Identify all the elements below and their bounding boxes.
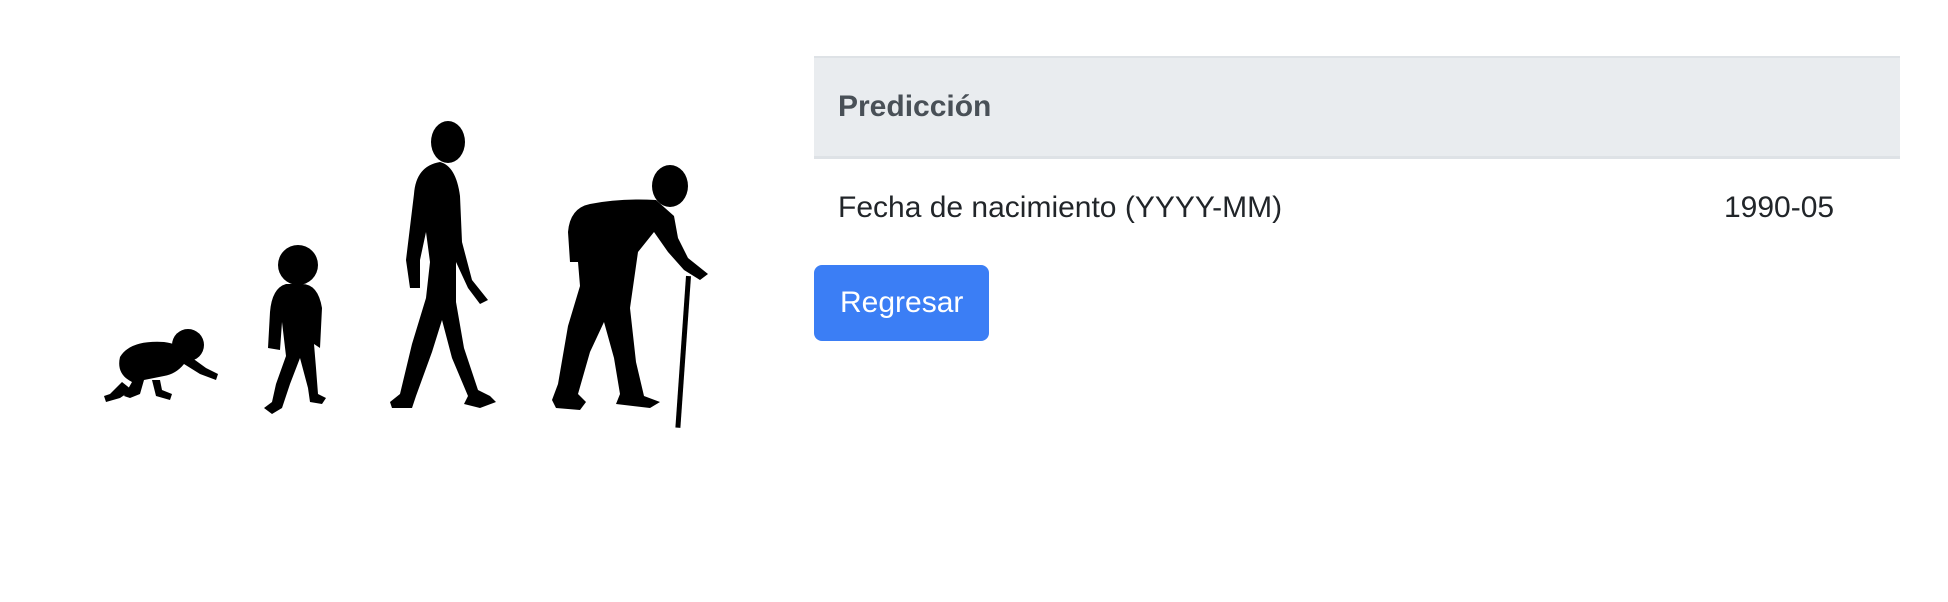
birthdate-label: Fecha de nacimiento (YYYY-MM) <box>838 190 1283 224</box>
back-button[interactable]: Regresar <box>814 265 990 341</box>
toddler-silhouette <box>264 245 326 414</box>
baby-silhouette <box>104 329 218 402</box>
life-stages-illustration <box>104 121 708 428</box>
prediction-table: Predicción Fecha de nacimiento (YYYY-MM)… <box>814 56 1900 257</box>
birthdate-value: 1990-05 <box>1724 190 1835 224</box>
table-header-row: Predicción <box>814 56 1900 159</box>
prediction-panel: Predicción Fecha de nacimiento (YYYY-MM)… <box>814 56 1900 341</box>
elderly-silhouette <box>552 165 708 428</box>
table-header-prediction: Predicción <box>814 56 1900 159</box>
adult-silhouette <box>390 121 496 408</box>
table-row: Fecha de nacimiento (YYYY-MM) 1990-05 <box>814 157 1900 257</box>
